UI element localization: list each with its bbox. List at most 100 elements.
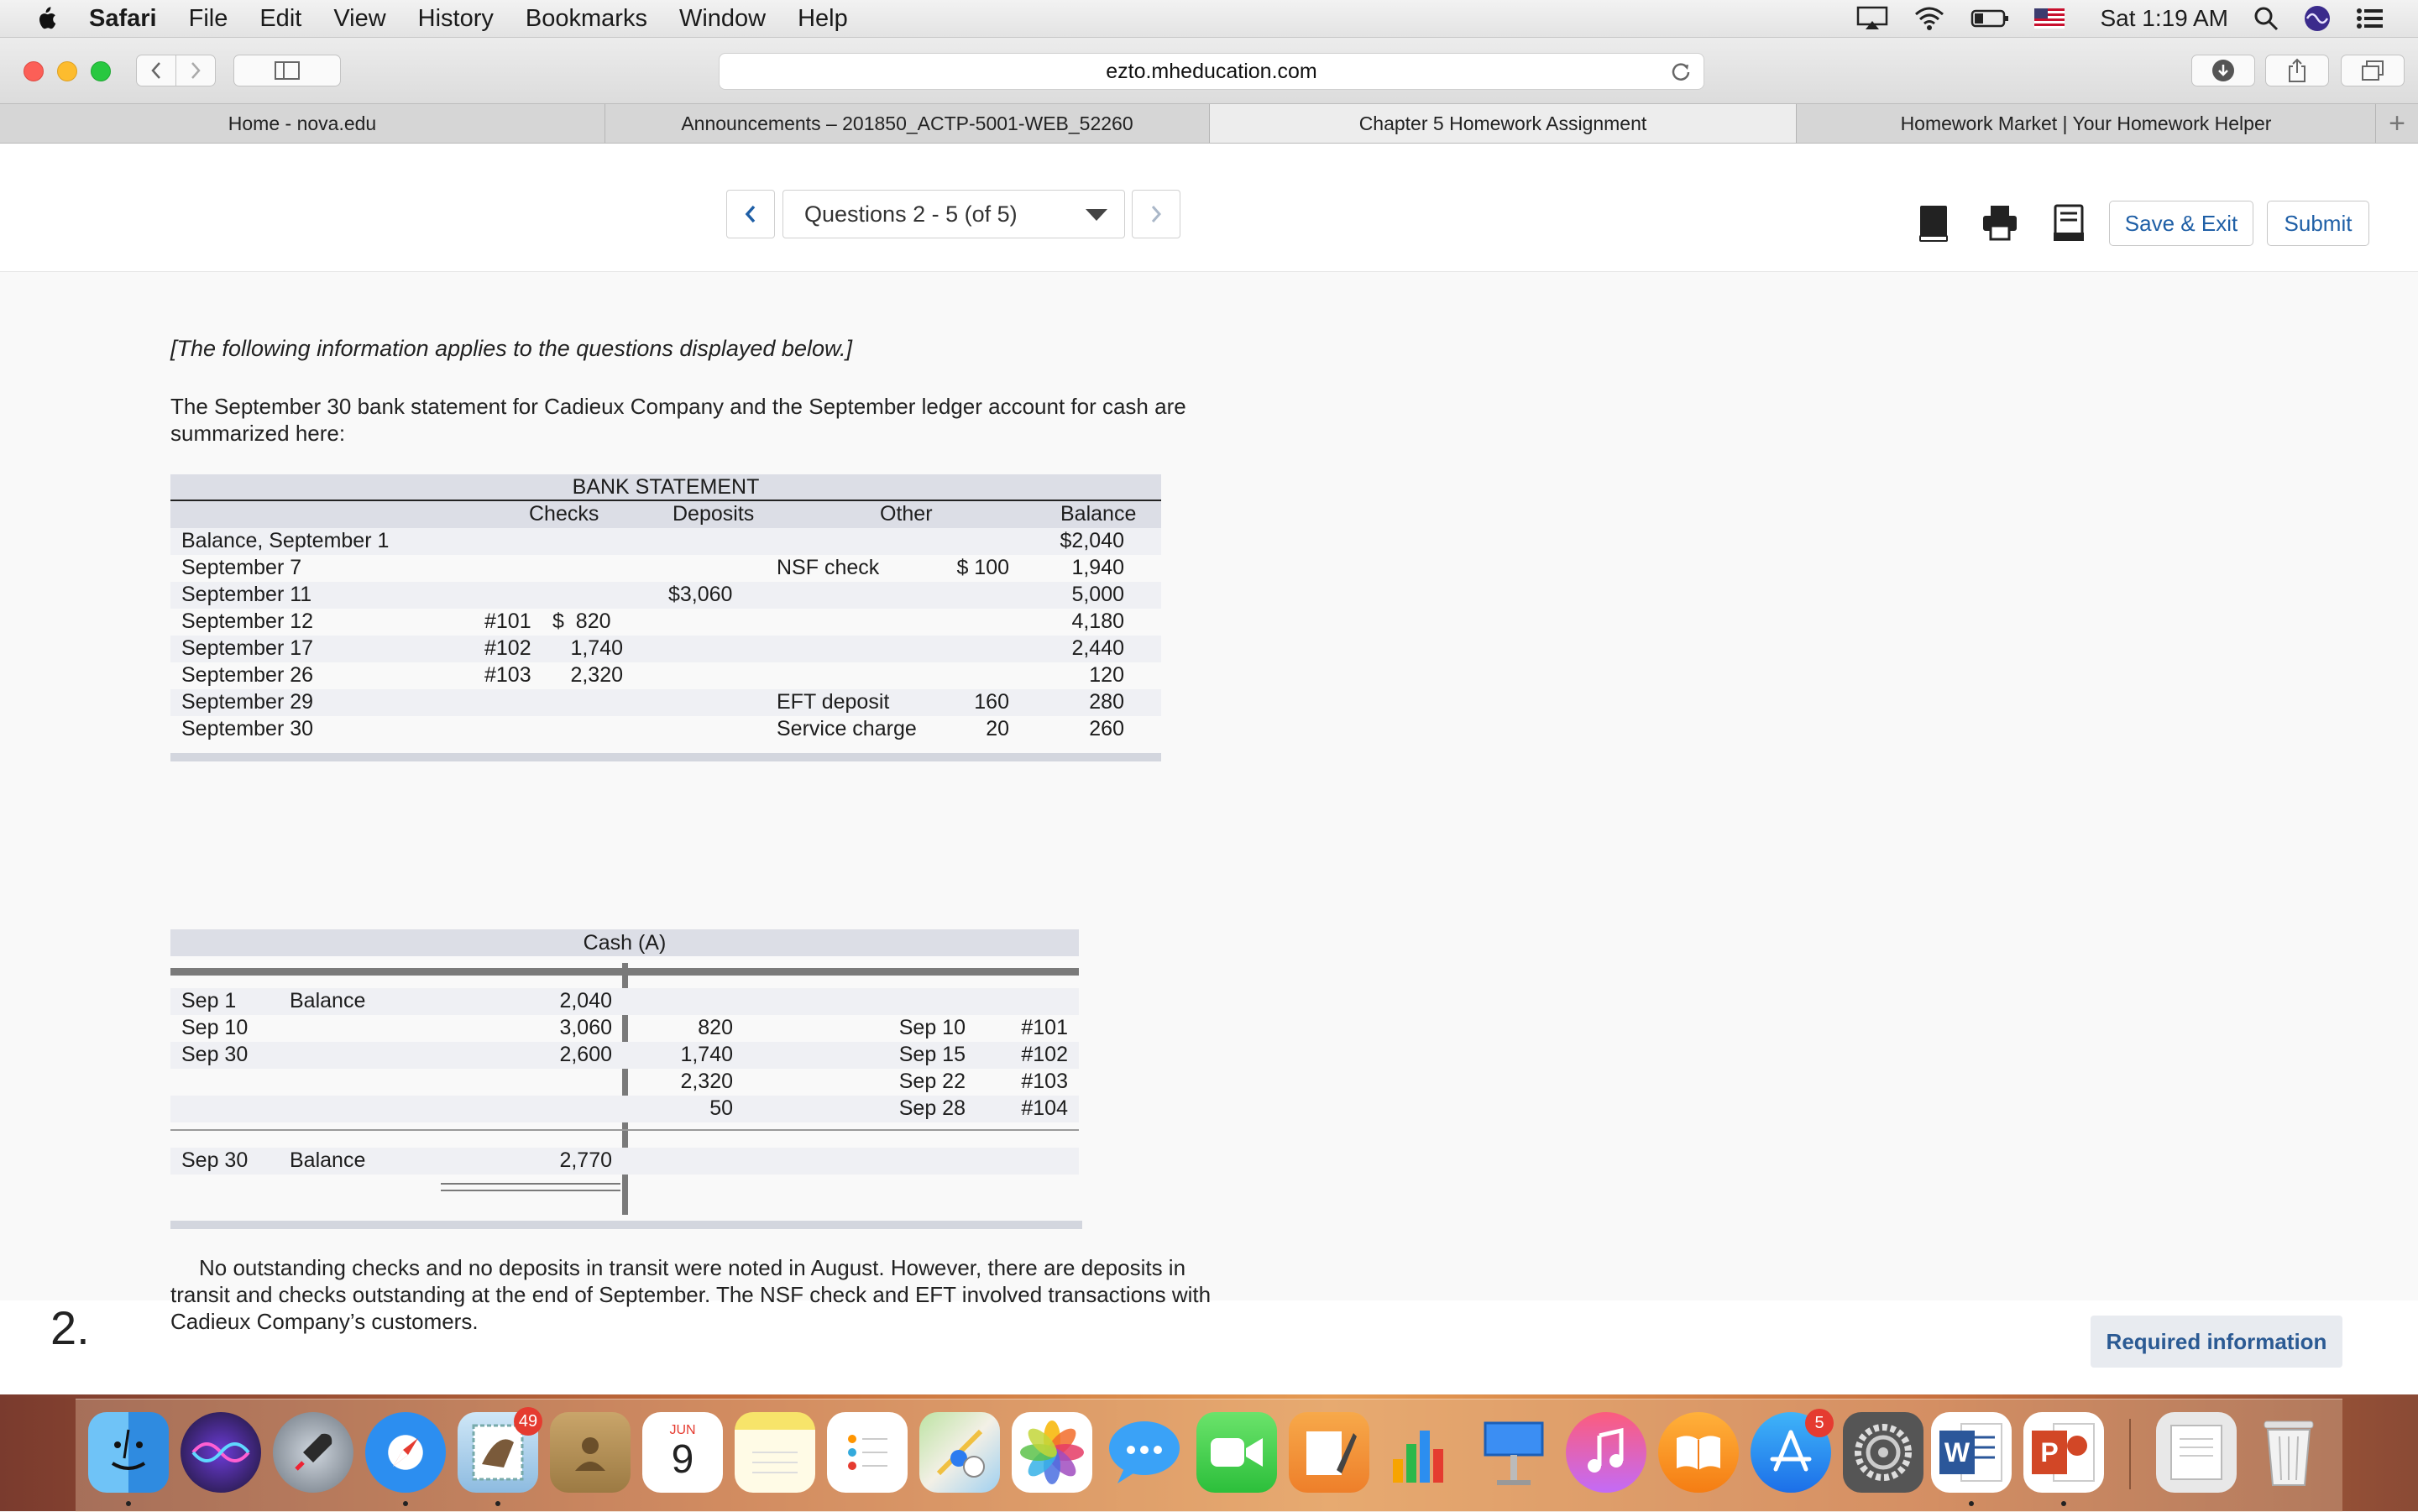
tab-chapter5-homework[interactable]: Chapter 5 Homework Assignment: [1210, 104, 1797, 143]
new-tab-button[interactable]: +: [2376, 104, 2418, 143]
chevron-left-icon: [745, 205, 756, 223]
credit-reference: #103: [1021, 1070, 1068, 1093]
row-check-amount: 1,740: [570, 636, 623, 660]
powerpoint-document-icon: P: [2032, 1423, 2095, 1482]
dock-launchpad[interactable]: [273, 1412, 353, 1493]
dock-reminders[interactable]: [827, 1412, 908, 1493]
forward-button[interactable]: [175, 55, 216, 86]
menu-bar: Safari File Edit View History Bookmarks …: [0, 0, 2418, 38]
ebook-icon[interactable]: [1917, 204, 1950, 243]
menu-help[interactable]: Help: [798, 5, 848, 33]
clock[interactable]: Sat 1:19 AM: [2100, 5, 2228, 32]
close-window-button[interactable]: [24, 61, 44, 81]
question-content: [The following information applies to th…: [0, 272, 2418, 1334]
share-button[interactable]: [2265, 55, 2329, 86]
credit-amount: 1,740: [680, 1043, 733, 1066]
row-balance: 120: [1089, 663, 1124, 687]
menu-file[interactable]: File: [189, 5, 228, 33]
dock-trash[interactable]: [2248, 1412, 2329, 1493]
t-account-subtotal-line: [170, 1129, 1079, 1131]
finder-icon: [111, 1429, 146, 1470]
dock-ibooks[interactable]: [1658, 1412, 1739, 1493]
chevron-right-icon: [1151, 206, 1162, 222]
siri-icon[interactable]: [2304, 5, 2331, 32]
tabs-overview-icon: [2362, 60, 2384, 81]
battery-icon[interactable]: [1971, 8, 2009, 29]
dock-notes[interactable]: [735, 1412, 815, 1493]
dock-running-indicator: [126, 1501, 131, 1506]
dock-itunes[interactable]: [1566, 1412, 1646, 1493]
dock-photos[interactable]: [1012, 1412, 1092, 1493]
word-document-icon: W: [1939, 1423, 2002, 1482]
dock-numbers[interactable]: [1381, 1412, 1462, 1493]
airplay-icon[interactable]: [1856, 6, 1888, 31]
tab-home-nova[interactable]: Home - nova.edu: [0, 104, 605, 143]
zoom-window-button[interactable]: [91, 61, 111, 81]
dock-pages[interactable]: [1289, 1412, 1369, 1493]
table-row: September 12 #101 $ 820 4,180: [170, 609, 1161, 636]
tab-homework-market[interactable]: Homework Market | Your Homework Helper: [1797, 104, 2376, 143]
notification-center-icon[interactable]: [2356, 7, 2384, 30]
dock-microsoft-word[interactable]: W: [1931, 1412, 2012, 1493]
table-row: Sep 10 3,060 820 Sep 10 #101: [170, 1015, 1079, 1042]
menu-bookmarks[interactable]: Bookmarks: [526, 5, 647, 33]
dock-keynote[interactable]: [1473, 1412, 1554, 1493]
dock-facetime[interactable]: [1196, 1412, 1277, 1493]
us-flag-icon[interactable]: [2034, 8, 2065, 29]
next-question-button[interactable]: [1132, 190, 1180, 238]
web-page: Questions 2 - 5 (of 5) Save & Exit Submi…: [0, 144, 2418, 1394]
menu-app-safari[interactable]: Safari: [89, 5, 157, 33]
sidebar-icon: [275, 61, 300, 80]
dock-document-stack[interactable]: [2156, 1412, 2237, 1493]
row-label: September 11: [181, 583, 312, 606]
tab-announcements[interactable]: Announcements – 201850_ACTP-5001-WEB_522…: [605, 104, 1210, 143]
back-button[interactable]: [136, 55, 176, 86]
dock-siri[interactable]: [181, 1412, 261, 1493]
dock-running-indicator: [2061, 1501, 2066, 1506]
dock-running-indicator: [403, 1501, 408, 1506]
required-information-badge[interactable]: Required information: [2091, 1316, 2342, 1368]
dock-calendar[interactable]: JUN 9: [642, 1412, 723, 1493]
wifi-icon[interactable]: [1913, 6, 1945, 31]
problem-description: The September 30 bank statement for Cadi…: [170, 394, 1186, 446]
menu-view[interactable]: View: [333, 5, 385, 33]
dock-contacts[interactable]: [550, 1412, 631, 1493]
reload-icon[interactable]: [1670, 60, 1692, 82]
prev-question-button[interactable]: [726, 190, 775, 238]
dock-finder[interactable]: [88, 1412, 169, 1493]
sidebar-toggle-button[interactable]: [233, 55, 341, 86]
notes-icon[interactable]: [2052, 204, 2086, 243]
row-label: September 29: [181, 690, 314, 714]
row-check-number: #101: [484, 610, 531, 633]
question-select[interactable]: Questions 2 - 5 (of 5): [782, 190, 1125, 238]
keynote-podium-icon: [1484, 1421, 1544, 1485]
menu-history[interactable]: History: [418, 5, 494, 33]
cash-account-title: Cash (A): [170, 929, 1079, 956]
menu-window[interactable]: Window: [679, 5, 766, 33]
downloads-button[interactable]: [2191, 55, 2255, 86]
save-exit-button[interactable]: Save & Exit: [2109, 201, 2253, 246]
dock-system-preferences[interactable]: [1843, 1412, 1923, 1493]
print-icon[interactable]: [1981, 204, 2018, 241]
table-row: September 26 #103 2,320 120: [170, 662, 1161, 689]
submit-button[interactable]: Submit: [2267, 201, 2369, 246]
apple-menu-icon[interactable]: [34, 6, 57, 31]
row-check-number: #103: [484, 663, 531, 687]
reminders-list-icon: [848, 1435, 887, 1470]
dock-safari[interactable]: [365, 1412, 446, 1493]
dock-microsoft-powerpoint[interactable]: P: [2023, 1412, 2104, 1493]
table-row: Sep 30 Balance 2,770: [170, 1148, 1079, 1175]
menu-edit[interactable]: Edit: [259, 5, 301, 33]
row-other-label: Service charge: [777, 717, 917, 740]
show-all-tabs-button[interactable]: [2341, 55, 2405, 86]
spotlight-search-icon[interactable]: [2253, 6, 2279, 31]
debit-amount: 3,060: [559, 1016, 612, 1039]
table-row: Sep 30 2,600 1,740 Sep 15 #102: [170, 1042, 1079, 1069]
dock-messages[interactable]: [1104, 1412, 1185, 1493]
header-other: Other: [880, 502, 933, 526]
address-bar[interactable]: ezto.mheducation.com: [719, 53, 1704, 90]
minimize-window-button[interactable]: [57, 61, 77, 81]
header-checks: Checks: [529, 502, 599, 526]
numbers-chart-icon: [1393, 1431, 1443, 1483]
dock-maps[interactable]: [919, 1412, 1000, 1493]
